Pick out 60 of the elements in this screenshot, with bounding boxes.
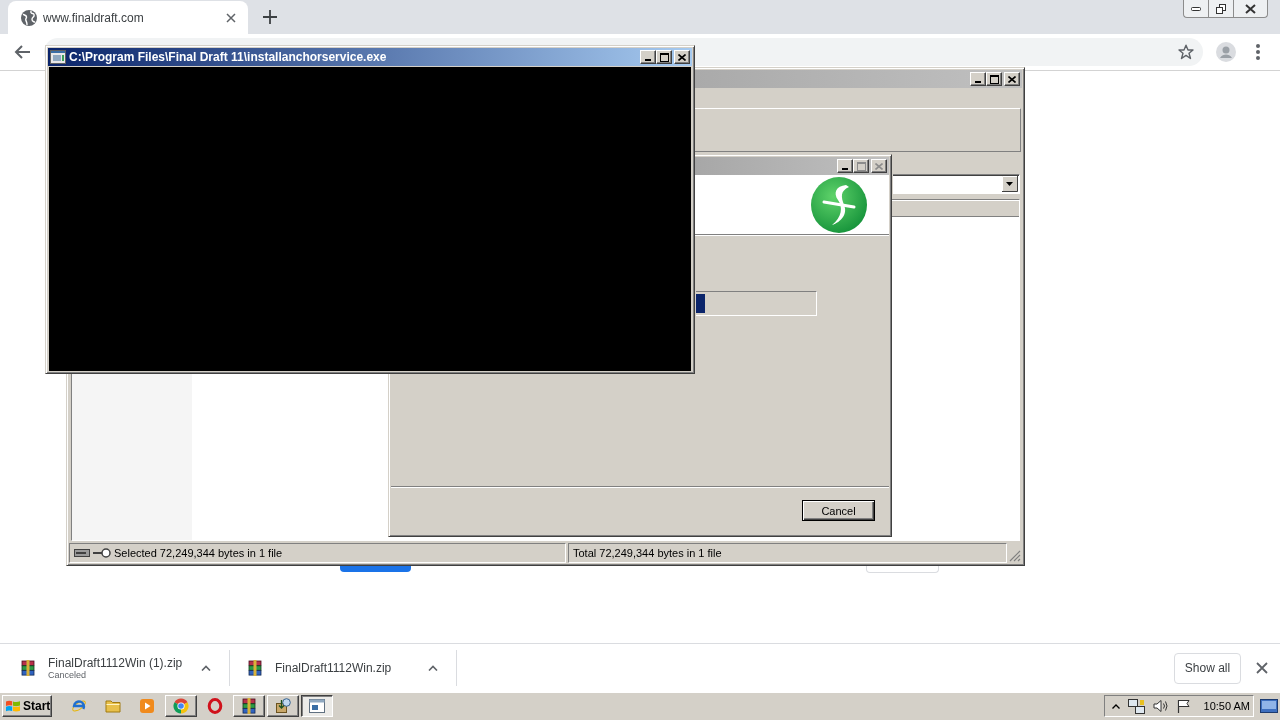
- archive-icon: [247, 660, 263, 676]
- restore-button[interactable]: [1208, 0, 1234, 18]
- maximize-button[interactable]: [656, 50, 672, 64]
- close-icon: [875, 162, 883, 170]
- maximize-icon: [659, 52, 669, 62]
- network-icon[interactable]: [1127, 698, 1145, 714]
- menu-icon[interactable]: [1256, 44, 1260, 60]
- window-icon: [50, 50, 66, 64]
- taskbar-button[interactable]: [301, 695, 333, 717]
- minimize-icon: [975, 81, 981, 83]
- minimize-button[interactable]: [1183, 0, 1208, 18]
- maximize-button[interactable]: [986, 72, 1002, 86]
- close-icon[interactable]: [226, 12, 236, 23]
- show-all-button[interactable]: Show all: [1174, 652, 1241, 684]
- archive-icon: [20, 660, 36, 676]
- window-title: C:\Program Files\Final Draft 11\installanchorservice.exe: [69, 50, 387, 64]
- minimize-icon: [1191, 6, 1201, 11]
- download-status: Canceled: [48, 669, 87, 681]
- status-text: Selected 72,249,344 bytes in 1 file: [114, 547, 283, 559]
- chevron-up-icon[interactable]: [428, 665, 438, 671]
- back-arrow-icon[interactable]: [14, 45, 30, 59]
- restore-icon: [1216, 3, 1226, 14]
- window-icon: [309, 698, 325, 714]
- resize-grip-icon[interactable]: [1009, 550, 1021, 562]
- start-logo-icon: [5, 699, 21, 713]
- clock: 10:50 AM: [1203, 700, 1250, 712]
- caret-icon[interactable]: [1002, 176, 1018, 192]
- maximize-icon: [856, 161, 866, 171]
- cancel-button[interactable]: Cancel: [802, 500, 875, 521]
- close-icon[interactable]: [1256, 662, 1268, 674]
- flag-icon[interactable]: [1176, 699, 1190, 713]
- folder-icon[interactable]: [105, 698, 121, 714]
- e-circle-icon[interactable]: [71, 698, 87, 714]
- close-icon: [678, 53, 686, 61]
- globe-icon: [21, 9, 37, 26]
- address-dropdown[interactable]: [893, 174, 1020, 194]
- browser-tab[interactable]: www.finaldraft.com: [8, 1, 248, 34]
- file-name[interactable]: FinalDraft1112Win (1).zip: [48, 655, 183, 670]
- maximize-icon: [989, 74, 999, 84]
- minimize-icon: [645, 59, 651, 61]
- drive-icon: [74, 549, 90, 557]
- avatar-icon[interactable]: [1216, 42, 1236, 62]
- star-icon[interactable]: [1178, 44, 1194, 60]
- plus-icon[interactable]: [263, 10, 277, 24]
- minimize-icon: [842, 168, 848, 170]
- desktop-icon[interactable]: [1260, 699, 1278, 713]
- close-button[interactable]: [1234, 0, 1268, 18]
- ring-icon[interactable]: [207, 698, 223, 714]
- start-button[interactable]: Start: [2, 695, 52, 717]
- key-icon: [93, 548, 111, 558]
- package-icon: [275, 698, 291, 714]
- pinwheel-icon: [173, 698, 189, 714]
- status-text: Total 72,249,344 bytes in 1 file: [573, 547, 722, 559]
- chevron-up-icon[interactable]: [201, 665, 211, 671]
- chevron-up-icon[interactable]: [1111, 703, 1120, 709]
- close-icon: [1008, 75, 1016, 83]
- speaker-icon[interactable]: [1152, 699, 1169, 713]
- close-icon: [1245, 3, 1256, 14]
- file-name[interactable]: FinalDraft1112Win.zip: [275, 661, 392, 675]
- books-icon: [241, 698, 257, 714]
